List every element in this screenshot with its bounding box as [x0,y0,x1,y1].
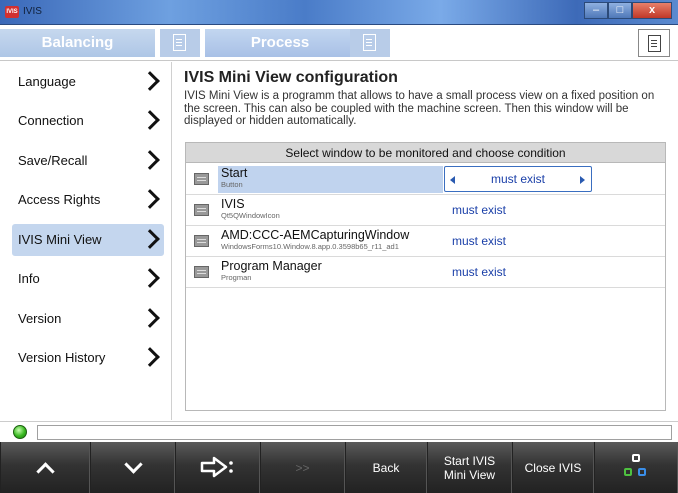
window-name-cell[interactable]: AMD:CCC-AEMCapturingWindow WindowsForms1… [218,228,443,255]
status-led-icon [13,425,27,439]
sidebar-item-label: Version [18,311,62,326]
sidebar-item-label: Save/Recall [18,153,88,168]
next-button[interactable] [175,442,260,493]
documents-button[interactable] [638,29,670,57]
main-content: IVIS Mini View configuration IVIS Mini V… [180,62,675,420]
document-icon [173,34,186,51]
window-icon [194,204,209,216]
document-icon [648,35,661,52]
window-row[interactable]: Program Manager Progman must exist [186,257,665,288]
skip-label: >> [295,460,310,475]
close-ivis-label: Close IVIS [524,460,582,475]
sidebar-item-connection[interactable]: Connection [12,105,164,137]
chevron-right-icon [142,347,162,369]
back-label: Back [372,460,400,475]
sidebar-item-language[interactable]: Language [12,66,164,98]
window-name-cell[interactable]: IVIS Qt5QWindowIcon [218,197,443,224]
condition-value[interactable]: must exist [452,203,506,217]
window-name: Program Manager [221,259,322,273]
maximize-button[interactable]: □ [608,2,632,19]
condition-select[interactable]: must exist [444,166,592,192]
chevron-up-icon [36,461,55,481]
window-class: Progman [221,273,252,282]
scroll-up-button[interactable] [0,442,90,493]
condition-value: must exist [490,172,545,186]
condition-value[interactable]: must exist [452,265,506,279]
sidebar-item-label: Access Rights [18,192,101,207]
chevron-right-icon [142,268,162,290]
scroll-down-button[interactable] [90,442,175,493]
status-field [37,425,672,440]
sidebar-item-label: Info [18,271,40,286]
start-mini-view-label: Start IVIS Mini View [443,453,496,482]
close-button[interactable]: x [632,2,672,19]
window-class: Qt5QWindowIcon [221,211,280,220]
tab-document-button[interactable] [350,29,390,57]
window-icon [194,266,209,278]
page-description: IVIS Mini View is a programm that allows… [184,90,655,127]
settings-sidebar: Language Connection Save/Recall Access R… [0,62,172,420]
chevron-right-icon [142,71,162,93]
tab-bar: Balancing Process [0,25,678,61]
window-controls: – □ x [584,2,672,19]
app-grid-icon [624,454,648,480]
sidebar-item-label: Language [18,74,76,89]
panel-header: Select window to be monitored and choose… [186,143,665,163]
chevron-down-icon [123,454,143,474]
window-list-panel: Select window to be monitored and choose… [185,142,666,411]
window-icon [194,173,209,185]
sidebar-item-version[interactable]: Version [12,303,164,335]
window-name: IVIS [221,197,245,211]
chevron-right-icon [142,150,162,172]
app-menu-button[interactable] [594,442,678,493]
sidebar-item-label: IVIS Mini View [18,232,102,247]
sidebar-item-label: Connection [18,113,84,128]
document-icon [363,34,376,51]
window-class: Button [221,180,243,189]
chevron-right-icon [142,189,162,211]
window-row[interactable]: Start Button must exist [186,164,665,195]
sidebar-item-version-history[interactable]: Version History [12,342,164,374]
arrow-right-icon [200,456,233,478]
window-name: Start [221,166,248,180]
tab-balancing[interactable]: Balancing [0,29,155,57]
app-icon: IVIS [5,6,19,18]
window-name-cell[interactable]: Program Manager Progman [218,259,443,286]
sidebar-item-access-rights[interactable]: Access Rights [12,184,164,216]
window-row[interactable]: AMD:CCC-AEMCapturingWindow WindowsForms1… [186,226,665,257]
tab-process[interactable]: Process [205,29,355,57]
sidebar-item-info[interactable]: Info [12,263,164,295]
back-button[interactable]: Back [345,442,427,493]
chevron-right-icon [142,110,162,132]
chevron-right-icon [142,229,162,251]
sidebar-item-label: Version History [18,350,106,365]
sidebar-item-ivis-mini-view[interactable]: IVIS Mini View [12,224,164,256]
start-mini-view-button[interactable]: Start IVIS Mini View [427,442,512,493]
sidebar-item-save-recall[interactable]: Save/Recall [12,145,164,177]
window-class: WindowsForms10.Window.8.app.0.3598b65_r1… [221,242,399,251]
window-title: IVIS [23,6,42,17]
title-bar: IVIS IVIS – □ x [0,0,678,25]
window-name: AMD:CCC-AEMCapturingWindow [221,228,410,242]
status-bar [0,421,678,441]
chevron-right-icon [142,308,162,330]
window-icon [194,235,209,247]
window-name-cell[interactable]: Start Button [218,166,443,193]
condition-value[interactable]: must exist [452,234,506,248]
close-ivis-button[interactable]: Close IVIS [512,442,594,493]
page-title: IVIS Mini View configuration [184,69,398,86]
tab-document-button[interactable] [160,29,200,57]
skip-button[interactable]: >> [260,442,345,493]
bottom-toolbar: >> Back Start IVIS Mini View Close IVIS [0,442,678,493]
window-row[interactable]: IVIS Qt5QWindowIcon must exist [186,195,665,226]
arrow-right-icon[interactable] [580,176,585,184]
minimize-button[interactable]: – [584,2,608,19]
